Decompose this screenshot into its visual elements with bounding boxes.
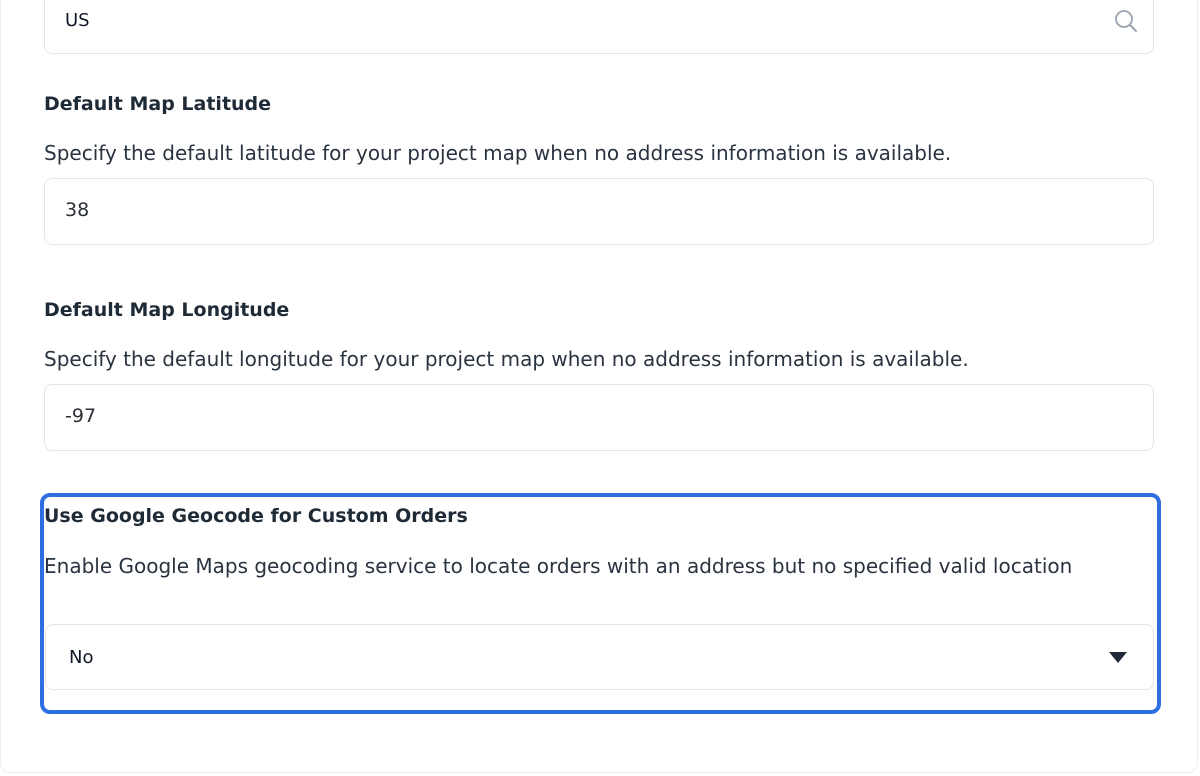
longitude-value: -97	[65, 405, 97, 427]
search-icon[interactable]	[1113, 8, 1139, 34]
latitude-description: Specify the default latitude for your pr…	[44, 141, 952, 165]
geocode-description: Enable Google Maps geocoding service to …	[44, 554, 1073, 578]
longitude-description: Specify the default longitude for your p…	[44, 347, 969, 371]
settings-page: US Default Map Latitude Specify the defa…	[0, 0, 1200, 776]
geocode-select[interactable]: No	[45, 624, 1154, 690]
caret-down-icon[interactable]	[1109, 652, 1127, 663]
longitude-label: Default Map Longitude	[44, 299, 290, 321]
country-search-field[interactable]: US	[44, 0, 1154, 54]
latitude-label: Default Map Latitude	[44, 93, 272, 115]
latitude-value: 38	[65, 199, 90, 221]
latitude-input[interactable]: 38	[44, 178, 1154, 245]
geocode-label: Use Google Geocode for Custom Orders	[44, 505, 468, 527]
longitude-input[interactable]: -97	[44, 384, 1154, 451]
geocode-select-value: No	[69, 647, 94, 668]
country-search-value: US	[65, 10, 90, 31]
